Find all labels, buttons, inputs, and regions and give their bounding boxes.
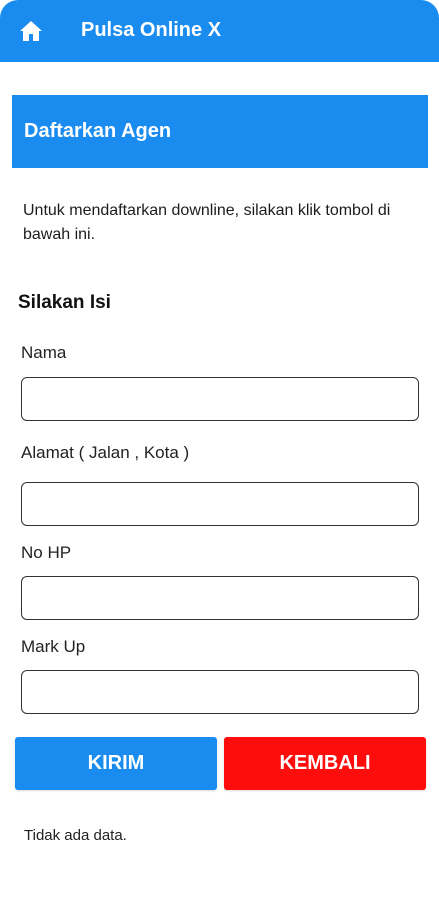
submit-button[interactable]: KIRIM <box>15 737 217 790</box>
name-input[interactable] <box>21 377 419 421</box>
phone-label: No HP <box>21 543 72 562</box>
app-title: Pulsa Online X <box>81 19 222 41</box>
section-title: Daftarkan Agen <box>24 120 172 142</box>
empty-data-text: Tidak ada data. <box>24 827 127 844</box>
app-bar: Pulsa Online X <box>0 0 439 62</box>
home-icon <box>20 21 42 41</box>
address-label: Alamat ( Jalan , Kota ) <box>21 443 190 462</box>
section-header: Daftarkan Agen <box>12 95 428 168</box>
description-text: Untuk mendaftarkan downline, silakan kli… <box>23 202 391 243</box>
form-heading: Silakan Isi <box>18 292 111 313</box>
name-label: Nama <box>21 343 67 362</box>
home-button[interactable] <box>18 18 44 44</box>
markup-label: Mark Up <box>21 637 86 656</box>
address-input[interactable] <box>21 482 419 526</box>
phone-input[interactable] <box>21 576 419 620</box>
markup-input[interactable] <box>21 670 419 714</box>
back-button[interactable]: KEMBALI <box>224 737 426 790</box>
